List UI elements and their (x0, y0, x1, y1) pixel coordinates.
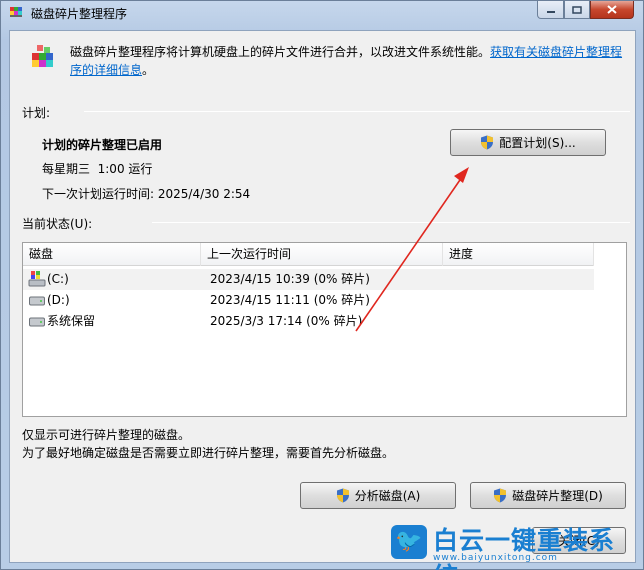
system-drive-icon (28, 271, 46, 287)
disk-last-run: 2023/4/15 10:39 (0% 碎片) (210, 272, 370, 286)
close-window-button[interactable] (590, 1, 634, 19)
column-progress[interactable]: 进度 (443, 243, 594, 266)
schedule-label: 计划: (22, 106, 51, 120)
window-title: 磁盘碎片整理程序 (31, 7, 128, 21)
disk-last-run: 2025/3/3 17:14 (0% 碎片) (210, 314, 363, 328)
schedule-status: 计划的碎片整理已启用 (42, 138, 163, 152)
close-icon (607, 5, 617, 14)
schedule-frequency: 每星期三 1:00 运行 (42, 162, 153, 176)
uac-shield-icon (494, 488, 507, 503)
column-last-run[interactable]: 上一次运行时间 (201, 243, 443, 266)
column-disk[interactable]: 磁盘 (23, 243, 201, 266)
defrag-large-icon (32, 45, 53, 67)
analyze-disk-label: 分析磁盘(A) (354, 489, 421, 503)
description-text: 磁盘碎片整理程序将计算机硬盘上的碎片文件进行合并，以改进文件系统性能。 (70, 45, 491, 59)
disk-name: (D:) (47, 293, 70, 307)
dialog-body: 磁盘碎片整理程序将计算机硬盘上的碎片文件进行合并，以改进文件系统性能。获取有关磁… (9, 30, 636, 563)
minimize-icon (546, 10, 555, 13)
minimize-button[interactable] (537, 1, 564, 19)
uac-shield-icon (481, 135, 494, 150)
analyze-disk-button[interactable]: 分析磁盘(A) (300, 482, 456, 509)
defrag-app-icon (10, 7, 22, 17)
note-analyze-first: 为了最好地确定磁盘是否需要立即进行碎片整理，需要首先分析磁盘。 (22, 446, 395, 460)
defragment-disk-label: 磁盘碎片整理(D) (512, 489, 603, 503)
disk-row-c[interactable]: (C:) 2023/4/15 10:39 (0% 碎片) (23, 269, 594, 290)
defragment-disk-button[interactable]: 磁盘碎片整理(D) (470, 482, 626, 509)
maximize-icon (572, 5, 582, 14)
title-bar[interactable]: 磁盘碎片整理程序 (1, 1, 643, 23)
hard-drive-icon (29, 296, 45, 306)
note-defrag-only: 仅显示可进行碎片整理的磁盘。 (22, 428, 191, 442)
disk-list-header: 磁盘 上一次运行时间 进度 (23, 243, 594, 266)
disk-row-d[interactable]: (D:) 2023/4/15 11:11 (0% 碎片) (23, 290, 594, 311)
watermark-url: www.baiyunxitong.com (433, 553, 558, 563)
schedule-divider (84, 111, 630, 112)
maximize-button[interactable] (564, 1, 590, 19)
link-tail: 。 (142, 63, 155, 77)
disk-last-run: 2023/4/15 11:11 (0% 碎片) (210, 293, 370, 307)
configure-schedule-button[interactable]: 配置计划(S)... (450, 129, 606, 156)
header-description: 磁盘碎片整理程序将计算机硬盘上的碎片文件进行合并，以改进文件系统性能。获取有关磁… (70, 43, 630, 79)
current-status-label: 当前状态(U): (22, 217, 93, 231)
disk-name: 系统保留 (47, 314, 96, 328)
hard-drive-icon (29, 317, 45, 327)
watermark: 🐦 白云一键重装系统 www.baiyunxitong.com (387, 521, 637, 570)
twitter-bird-icon: 🐦 (391, 525, 427, 559)
configure-schedule-label: 配置计划(S)... (499, 136, 576, 150)
disk-row-reserved[interactable]: 系统保留 2025/3/3 17:14 (0% 碎片) (23, 311, 594, 332)
disk-name: (C:) (47, 272, 69, 286)
uac-shield-icon (336, 488, 349, 503)
disk-list[interactable]: 磁盘 上一次运行时间 进度 (C:) 2023/4/15 10:39 (0% 碎… (22, 242, 627, 417)
status-divider (152, 222, 630, 223)
next-run-time: 下一次计划运行时间: 2025/4/30 2:54 (42, 187, 251, 201)
defrag-window: 磁盘碎片整理程序 磁盘碎片整理程序将计算机硬盘上的碎片文件进行合并，以改进文件系… (0, 0, 644, 570)
